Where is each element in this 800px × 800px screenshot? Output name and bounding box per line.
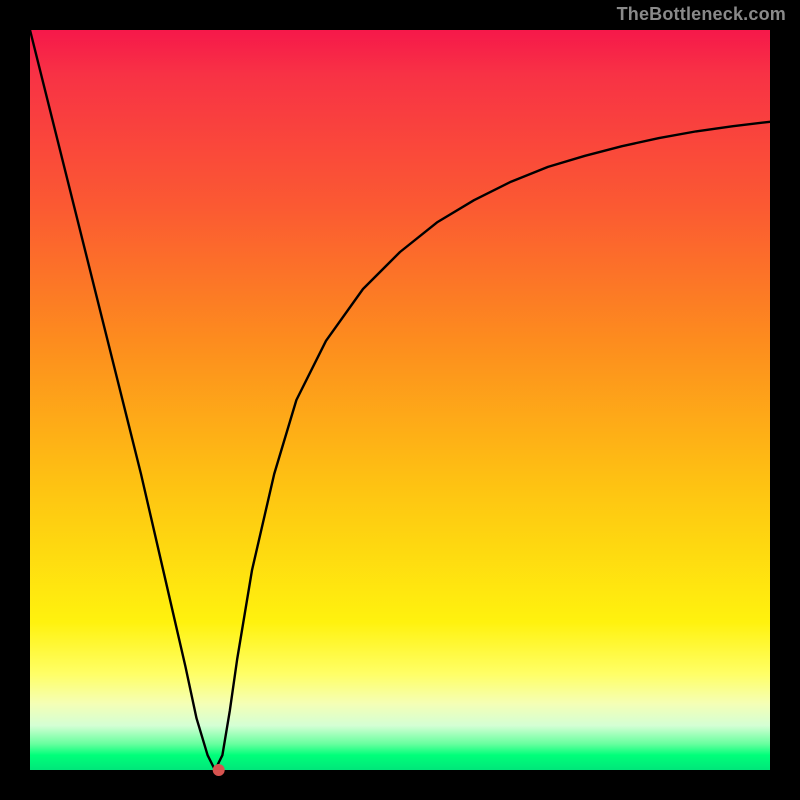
chart-plot-area <box>28 28 772 772</box>
chart-svg <box>30 30 770 770</box>
watermark-text: TheBottleneck.com <box>617 4 786 25</box>
minimum-marker-dot <box>213 764 225 776</box>
bottleneck-curve-line <box>30 30 770 770</box>
